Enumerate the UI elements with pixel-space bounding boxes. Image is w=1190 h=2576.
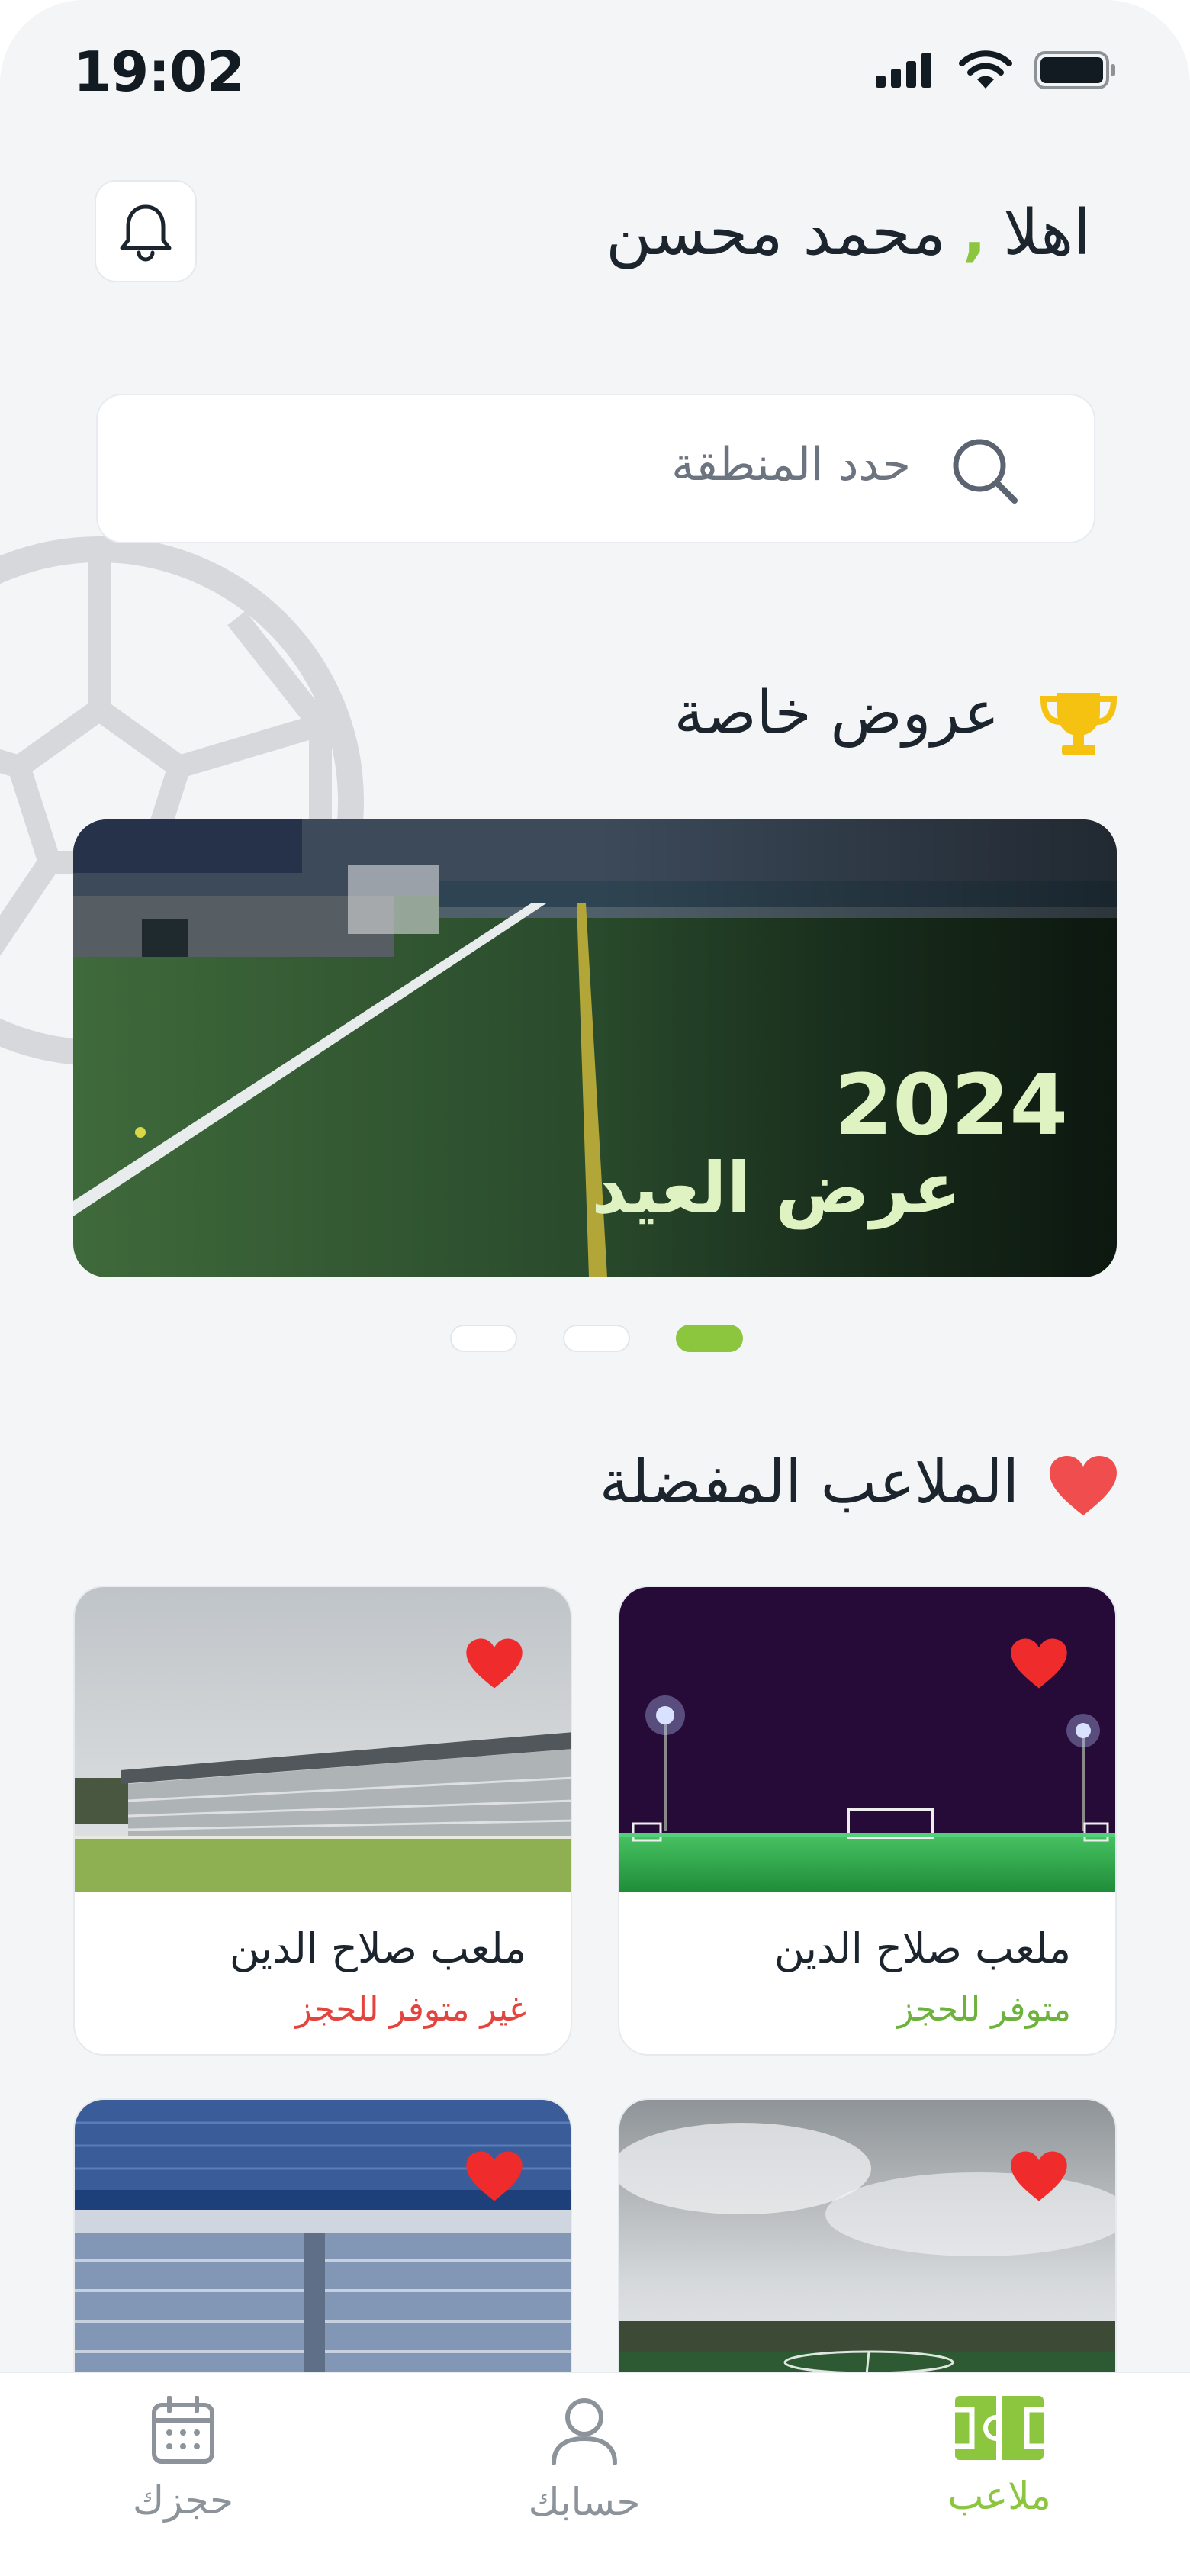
stadium-name: ملعب صلاح الدين [774,1924,1071,1972]
availability-status: متوفر للحجز [897,1990,1071,2029]
stadium-card[interactable] [73,2098,572,2404]
nav-item-fields[interactable]: ملاعب [885,2396,1114,2571]
stadium-image [75,2100,571,2404]
status-icons [876,50,1117,90]
carousel-dot[interactable] [450,1325,517,1352]
cellular-signal-icon [876,53,931,88]
nav-item-bookings[interactable]: حجزك [69,2396,298,2571]
status-time: 19:02 [73,40,245,104]
trophy-icon [1040,693,1118,755]
nav-label: حسابك [528,2480,641,2524]
banner-title: عرض العيد [591,1148,961,1229]
app-screen: 19:02 اهلا,محمد محسن حدد المنطقة عروض خا… [0,0,1190,2576]
search-icon [953,439,1018,504]
stadium-image [619,2100,1115,2404]
area-search-input[interactable]: حدد المنطقة [96,394,1095,543]
bottom-navigation: ملاعب حسابك حجزك [0,2372,1190,2576]
user-icon [552,2398,617,2465]
availability-status: غير متوفر للحجز [295,1990,526,2029]
favorite-heart-icon[interactable] [1008,1636,1069,1691]
notifications-button[interactable] [95,180,197,282]
calendar-icon [152,2396,214,2464]
stadium-image [75,1587,571,1892]
stadium-name: ملعب صلاح الدين [229,1924,526,1972]
greeting-separator: , [962,197,987,269]
stadium-card[interactable]: ملعب صلاح الدين متوفر للحجز [618,1586,1117,2056]
offer-banner[interactable]: 2024 عرض العيد [73,819,1117,1277]
heart-icon [1050,1456,1117,1515]
offers-section-title: عروض خاصة [674,679,999,748]
nav-label: حجزك [133,2478,233,2523]
user-name: محمد محسن [606,197,946,269]
greeting-prefix: اهلا [1003,197,1091,269]
wifi-icon [959,50,1012,89]
stadium-card[interactable]: ملعب صلاح الدين غير متوفر للحجز [73,1586,572,2056]
banner-year: 2024 [834,1056,1068,1154]
bell-icon [120,204,172,262]
nav-label: ملاعب [947,2474,1051,2518]
stadium-card[interactable] [618,2098,1117,2404]
favorites-section-title: الملاعب المفضلة [599,1448,1019,1517]
favorite-heart-icon[interactable] [464,2149,525,2204]
carousel-dot-active[interactable] [676,1325,743,1352]
greeting: اهلا,محمد محسن [606,197,1091,269]
search-placeholder: حدد المنطقة [671,438,911,491]
battery-icon [1034,51,1115,89]
nav-item-account[interactable]: حسابك [470,2396,699,2571]
carousel-dot[interactable] [563,1325,630,1352]
field-icon [955,2396,1044,2460]
stadium-image [619,1587,1115,1892]
favorite-heart-icon[interactable] [1008,2149,1069,2204]
favorite-heart-icon[interactable] [464,1636,525,1691]
